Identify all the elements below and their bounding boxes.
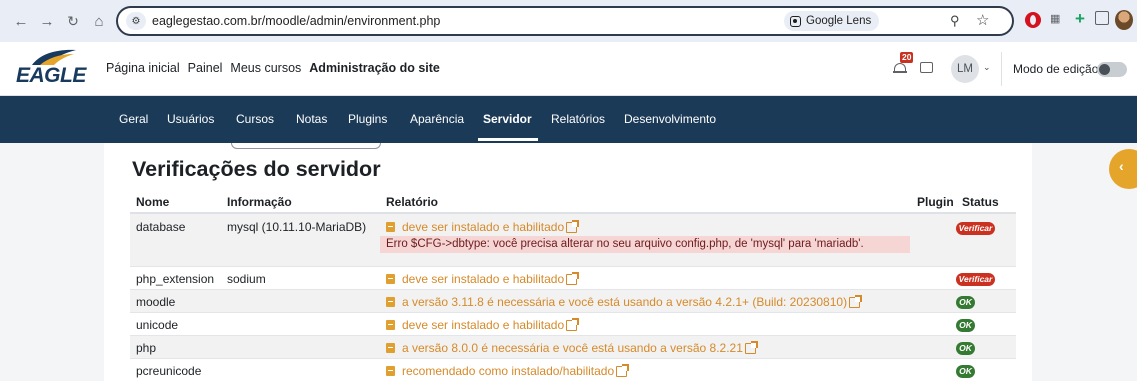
row-report-text[interactable]: deve ser instalado e habilitado — [402, 318, 564, 332]
external-link-icon[interactable] — [616, 363, 630, 377]
table-row: php_extension sodium deve ser instalado … — [130, 267, 1016, 289]
table-row: pcreunicode recomendado como instalado/h… — [130, 359, 1016, 381]
nav-site-admin-link[interactable]: Administração do site — [309, 61, 440, 75]
site-logo[interactable]: EAGLE — [16, 48, 86, 90]
row-name: php_extension — [136, 272, 215, 286]
tab-users[interactable]: Usuários — [167, 112, 214, 126]
row-report-text[interactable]: a versão 8.0.0 é necessária e você está … — [402, 341, 743, 355]
external-link-icon[interactable] — [849, 294, 863, 308]
tab-courses[interactable]: Cursos — [236, 112, 274, 126]
site-header: EAGLE Página inicial Painel Meus cursos … — [0, 42, 1137, 96]
extension-grid-icon[interactable]: ▦ — [1050, 12, 1060, 25]
error-message: Erro $CFG->dbtype: você precisa alterar … — [380, 236, 910, 253]
report-doc-icon — [386, 274, 395, 284]
user-avatar[interactable]: LM — [951, 55, 979, 83]
opera-extension-icon[interactable] — [1025, 12, 1041, 28]
table-row: php a versão 8.0.0 é necessária e você e… — [130, 336, 1016, 358]
url-text[interactable]: eaglegestao.com.br/moodle/admin/environm… — [152, 14, 440, 28]
user-initials: LM — [957, 63, 973, 75]
report-doc-icon — [386, 343, 395, 353]
lens-icon — [790, 15, 801, 27]
status-badge: OK — [956, 342, 975, 355]
row-name: moodle — [136, 295, 176, 309]
row-report[interactable]: deve ser instalado e habilitado — [386, 271, 580, 286]
edit-mode-label: Modo de edição — [1013, 62, 1099, 76]
notification-count-badge: 20 — [900, 52, 914, 63]
report-doc-icon — [386, 222, 395, 232]
primary-navigation: Página inicial Painel Meus cursos Admini… — [106, 61, 440, 75]
nav-my-courses-link[interactable]: Meus cursos — [230, 61, 301, 75]
external-link-icon[interactable] — [566, 271, 580, 285]
row-name: pcreunicode — [136, 364, 202, 378]
scrolled-button-edge — [231, 143, 381, 149]
row-report-text[interactable]: deve ser instalado e habilitado — [402, 272, 564, 286]
row-report[interactable]: deve ser instalado e habilitado — [386, 219, 580, 234]
reload-icon[interactable]: ↻ — [62, 10, 84, 32]
zoom-icon[interactable]: ⚲ — [950, 13, 960, 29]
page-title: Verificações do servidor — [132, 157, 381, 181]
chevron-left-icon: ‹ — [1119, 158, 1124, 174]
logo-text: EAGLE — [16, 64, 86, 87]
row-report[interactable]: a versão 8.0.0 é necessária e você está … — [386, 340, 758, 355]
column-header-plugin: Plugin — [917, 195, 954, 209]
nav-home-link[interactable]: Página inicial — [106, 61, 180, 75]
extensions-puzzle-icon[interactable] — [1095, 11, 1109, 25]
column-header-name: Nome — [136, 195, 170, 209]
tab-general[interactable]: Geral — [119, 112, 148, 126]
column-header-report: Relatório — [386, 195, 439, 209]
table-row: unicode deve ser instalado e habilitado … — [130, 313, 1016, 335]
status-badge: OK — [956, 296, 975, 309]
row-report-text[interactable]: a versão 3.11.8 é necessária e você está… — [402, 295, 847, 309]
tab-appearance[interactable]: Aparência — [410, 112, 464, 126]
messages-chat-icon[interactable] — [920, 62, 933, 73]
row-name: database — [136, 220, 186, 234]
site-info-icon[interactable]: ⚙ — [126, 12, 146, 30]
row-report-text[interactable]: recomendado como instalado/habilitado — [402, 364, 614, 378]
column-header-info: Informação — [227, 195, 292, 209]
row-report[interactable]: a versão 3.11.8 é necessária e você está… — [386, 294, 863, 309]
external-link-icon[interactable] — [566, 219, 580, 233]
row-info: sodium — [227, 272, 266, 286]
column-header-status: Status — [962, 195, 999, 209]
browser-toolbar: ← → ↻ ⌂ ⚙ eaglegestao.com.br/moodle/admi… — [0, 0, 1137, 42]
external-link-icon[interactable] — [744, 340, 758, 354]
secondary-navigation: Geral Usuários Cursos Notas Plugins Apar… — [0, 96, 1137, 143]
back-arrow-icon[interactable]: ← — [10, 10, 32, 32]
row-report[interactable]: deve ser instalado e habilitado — [386, 317, 580, 332]
row-report[interactable]: recomendado como instalado/habilitado — [386, 363, 630, 378]
tab-grades[interactable]: Notas — [296, 112, 327, 126]
report-doc-icon — [386, 320, 395, 330]
bookmark-star-icon[interactable]: ☆ — [976, 11, 989, 29]
status-badge: Verificar — [956, 222, 995, 235]
home-icon[interactable]: ⌂ — [88, 10, 110, 32]
status-badge: OK — [956, 365, 975, 378]
google-lens-label: Google Lens — [806, 15, 872, 27]
table-row: database mysql (10.11.10-MariaDB) deve s… — [130, 214, 1016, 266]
row-report-text[interactable]: deve ser instalado e habilitado — [402, 220, 564, 234]
address-bar[interactable]: ⚙ eaglegestao.com.br/moodle/admin/enviro… — [116, 6, 1014, 36]
status-badge: Verificar — [956, 273, 995, 286]
tab-reports[interactable]: Relatórios — [551, 112, 605, 126]
edit-mode-toggle[interactable] — [1097, 62, 1127, 77]
row-info: mysql (10.11.10-MariaDB) — [227, 220, 367, 234]
google-lens-button[interactable]: Google Lens — [784, 11, 880, 31]
extension-plus-icon[interactable]: + — [1075, 9, 1085, 29]
browser-profile-avatar[interactable] — [1115, 10, 1133, 30]
report-doc-icon — [386, 366, 395, 376]
external-link-icon[interactable] — [566, 317, 580, 331]
report-doc-icon — [386, 297, 395, 307]
tab-server[interactable]: Servidor — [483, 112, 532, 126]
row-name: php — [136, 341, 157, 355]
status-badge: OK — [956, 319, 975, 332]
user-menu-chevron-down-icon[interactable]: ⌄ — [983, 62, 991, 73]
table-row: moodle a versão 3.11.8 é necessária e vo… — [130, 290, 1016, 312]
nav-dashboard-link[interactable]: Painel — [188, 61, 223, 75]
tab-development[interactable]: Desenvolvimento — [624, 112, 716, 126]
row-name: unicode — [136, 318, 179, 332]
forward-arrow-icon[interactable]: → — [36, 10, 58, 32]
active-tab-underline — [478, 138, 538, 141]
header-divider — [1001, 52, 1002, 86]
tab-plugins[interactable]: Plugins — [348, 112, 387, 126]
